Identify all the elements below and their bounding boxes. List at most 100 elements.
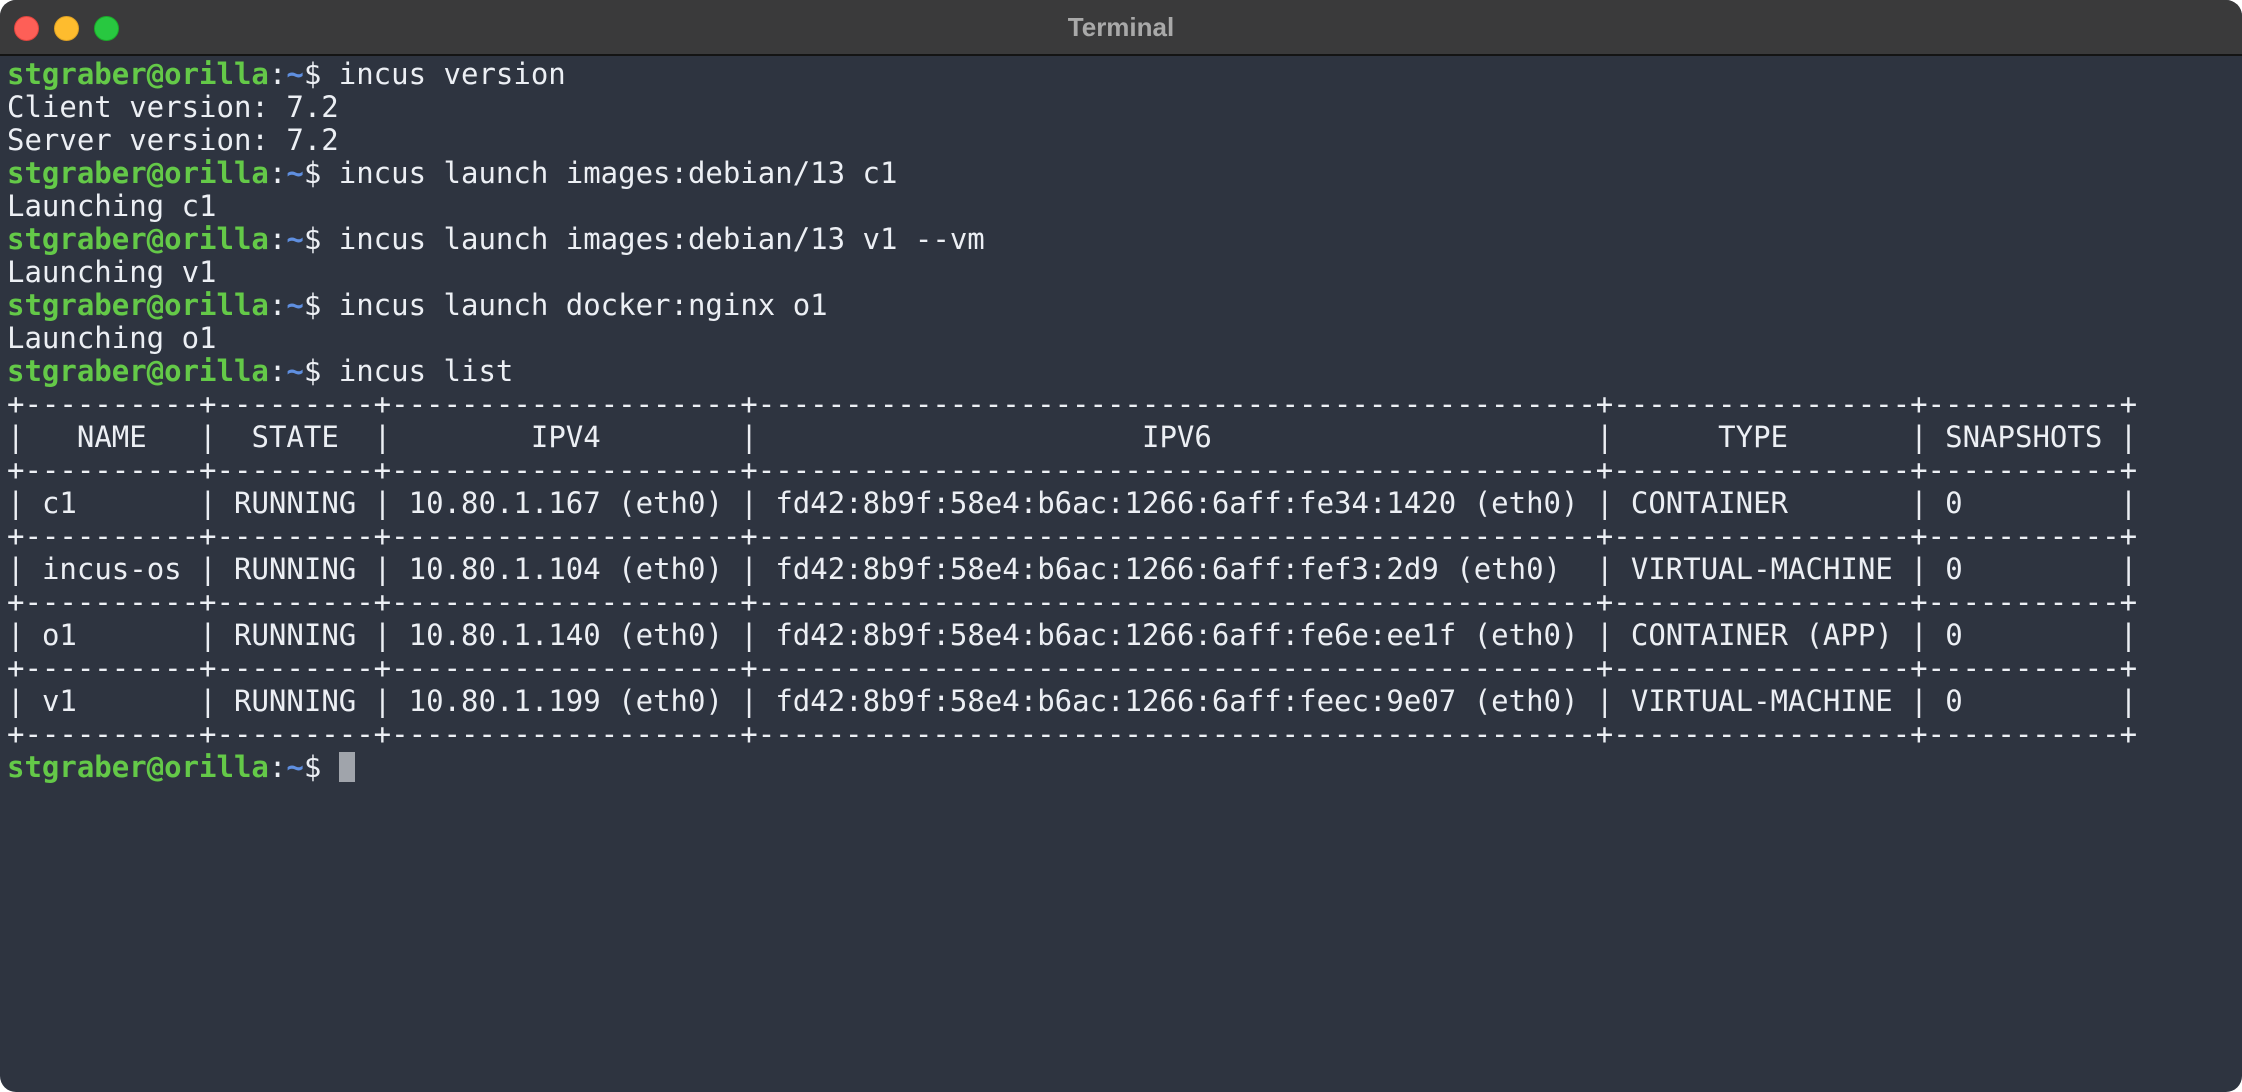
prompt-colon: :: [268, 288, 287, 322]
table-pipe: |: [2119, 420, 2138, 454]
prompt-path: ~: [286, 354, 304, 388]
table-pipe: |: [2119, 684, 2138, 718]
prompt-colon: :: [268, 354, 287, 388]
table-pipe: |: [199, 684, 217, 718]
cell-state: RUNNING: [234, 618, 357, 652]
prompt-user-host: stgraber@orilla: [7, 222, 269, 256]
table-border: +----------+---------+------------------…: [7, 651, 2138, 685]
table-pipe: |: [1910, 684, 1928, 718]
terminal-output[interactable]: stgraber@orilla:~$ incus version Client v…: [7, 58, 2242, 1092]
cell-state: RUNNING: [234, 486, 357, 520]
prompt-path: ~: [286, 288, 304, 322]
table-pipe: |: [1910, 552, 1928, 586]
table-pipe: |: [1595, 684, 1614, 718]
title-bar[interactable]: Terminal: [0, 0, 2242, 56]
column-header-snapshots: SNAPSHOTS: [1945, 420, 2103, 454]
table-header-row: | NAME | STATE | IPV4 | IPV6 | TYPE | SN…: [7, 421, 2242, 454]
column-header-type: TYPE: [1718, 420, 1789, 454]
cell-state: RUNNING: [234, 552, 357, 586]
prompt-line: stgraber@orilla:~$ incus launch docker:n…: [7, 289, 2242, 322]
cell-ipv4: 10.80.1.104 (eth0): [408, 552, 723, 586]
prompt-colon: :: [268, 222, 287, 256]
table-pipe: |: [740, 486, 758, 520]
table-border: +----------+---------+------------------…: [7, 717, 2138, 751]
prompt-path: ~: [286, 57, 304, 91]
command-text: incus launch images:debian/13 v1 --vm: [338, 222, 985, 256]
cell-state: RUNNING: [234, 684, 357, 718]
prompt-line: stgraber@orilla:~$: [7, 751, 2242, 784]
prompt-colon: :: [268, 750, 287, 784]
output-line: Server version: 7.2: [7, 123, 339, 157]
prompt-user-host: stgraber@orilla: [7, 354, 269, 388]
cell-snapshots: 0: [1945, 486, 1963, 520]
table-pipe: |: [1910, 420, 1928, 454]
command-text: incus launch images:debian/13 c1: [338, 156, 898, 190]
table-row: | c1 | RUNNING | 10.80.1.167 (eth0) | fd…: [7, 487, 2242, 520]
cell-type: VIRTUAL-MACHINE: [1630, 684, 1893, 718]
table-border: +----------+---------+------------------…: [7, 387, 2138, 421]
prompt-user-host: stgraber@orilla: [7, 288, 269, 322]
table-pipe: |: [2119, 486, 2138, 520]
table-pipe: |: [1595, 552, 1614, 586]
output-line: Launching v1: [7, 255, 217, 289]
cell-snapshots: 0: [1945, 618, 1963, 652]
table-pipe: |: [1910, 618, 1928, 652]
cell-name: c1: [41, 486, 77, 520]
prompt-symbol: $: [303, 156, 339, 190]
table-border: +----------+---------+------------------…: [7, 453, 2138, 487]
table-pipe: |: [740, 552, 758, 586]
prompt-line: stgraber@orilla:~$ incus launch images:d…: [7, 223, 2242, 256]
cell-ipv4: 10.80.1.140 (eth0): [408, 618, 723, 652]
command-text: incus list: [338, 354, 514, 388]
table-pipe: |: [373, 618, 392, 652]
prompt-line: stgraber@orilla:~$ incus list: [7, 355, 2242, 388]
prompt-symbol: $: [303, 750, 339, 784]
cell-name: o1: [41, 618, 77, 652]
column-header-name: NAME: [76, 420, 147, 454]
prompt-path: ~: [286, 750, 304, 784]
cell-ipv6: fd42:8b9f:58e4:b6ac:1266:6aff:fe6e:ee1f …: [775, 618, 1579, 652]
cell-type: CONTAINER (APP): [1630, 618, 1893, 652]
cell-ipv6: fd42:8b9f:58e4:b6ac:1266:6aff:fe34:1420 …: [775, 486, 1579, 520]
cell-snapshots: 0: [1945, 684, 1963, 718]
prompt-user-host: stgraber@orilla: [7, 156, 269, 190]
cell-ipv6: fd42:8b9f:58e4:b6ac:1266:6aff:fef3:2d9 (…: [775, 552, 1562, 586]
table-pipe: |: [1595, 420, 1614, 454]
cell-ipv6: fd42:8b9f:58e4:b6ac:1266:6aff:feec:9e07 …: [775, 684, 1579, 718]
table-pipe: |: [7, 420, 25, 454]
table-pipe: |: [740, 684, 758, 718]
table-pipe: |: [2119, 552, 2138, 586]
prompt-line: stgraber@orilla:~$ incus version: [7, 58, 2242, 91]
table-pipe: |: [373, 486, 392, 520]
prompt-path: ~: [286, 156, 304, 190]
table-pipe: |: [740, 420, 758, 454]
prompt-user-host: stgraber@orilla: [7, 750, 269, 784]
table-pipe: |: [2119, 618, 2138, 652]
column-header-state: STATE: [251, 420, 339, 454]
command-text: incus version: [338, 57, 566, 91]
output-line: Client version: 7.2: [7, 90, 339, 124]
table-pipe: |: [373, 684, 392, 718]
cell-name: incus-os: [41, 552, 182, 586]
command-text: incus launch docker:nginx o1: [338, 288, 828, 322]
table-pipe: |: [199, 552, 217, 586]
table-row: | o1 | RUNNING | 10.80.1.140 (eth0) | fd…: [7, 619, 2242, 652]
cell-type: VIRTUAL-MACHINE: [1630, 552, 1893, 586]
cell-ipv4: 10.80.1.167 (eth0): [408, 486, 723, 520]
table-pipe: |: [7, 552, 25, 586]
table-border: +----------+---------+------------------…: [7, 519, 2138, 553]
table-pipe: |: [1595, 486, 1614, 520]
window-title: Terminal: [1067, 12, 1175, 42]
table-pipe: |: [199, 420, 217, 454]
prompt-symbol: $: [303, 354, 339, 388]
table-pipe: |: [199, 618, 217, 652]
table-row: | v1 | RUNNING | 10.80.1.199 (eth0) | fd…: [7, 685, 2242, 718]
table-pipe: |: [373, 420, 392, 454]
table-pipe: |: [373, 552, 392, 586]
table-pipe: |: [199, 486, 217, 520]
table-pipe: |: [7, 486, 25, 520]
prompt-symbol: $: [303, 288, 339, 322]
table-pipe: |: [7, 684, 25, 718]
cell-snapshots: 0: [1945, 552, 1963, 586]
prompt-colon: :: [268, 57, 287, 91]
